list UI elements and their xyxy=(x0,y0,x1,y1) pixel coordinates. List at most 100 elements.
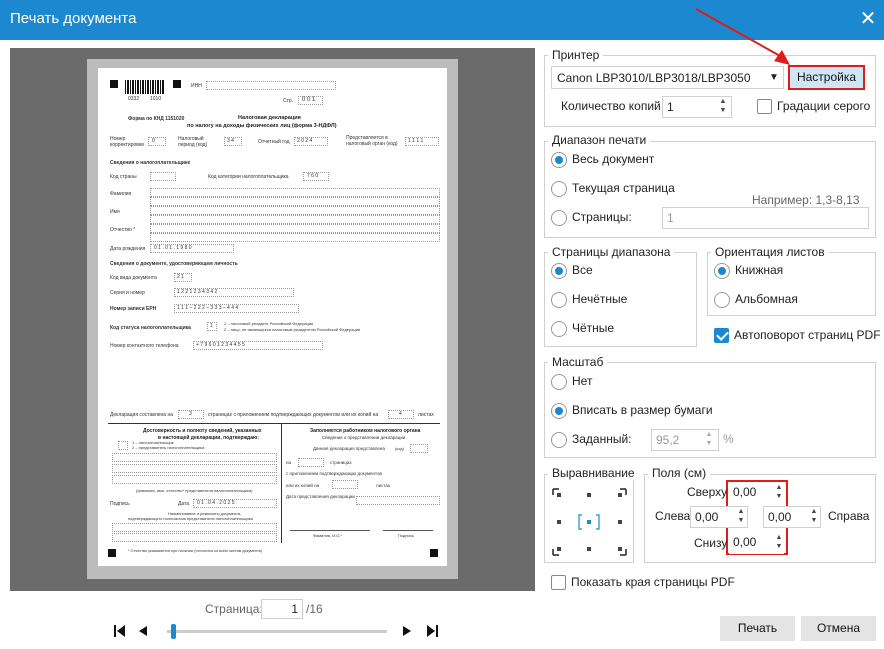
printer-legend: Принтер xyxy=(548,48,604,62)
align-grid-icon xyxy=(552,488,627,556)
bottom-frame xyxy=(108,423,440,424)
section-doc: Сведения о документе, удостоверяющем лич… xyxy=(110,261,238,267)
close-icon[interactable]: ✕ xyxy=(858,8,878,30)
range-current-radio[interactable] xyxy=(551,181,567,197)
footnote: * Отчество указывается при наличии (отно… xyxy=(128,549,263,553)
next-page-button[interactable] xyxy=(401,624,413,638)
slider-thumb[interactable] xyxy=(171,624,177,639)
year-value: 2 0 2 4 xyxy=(294,137,328,146)
scale-stepper[interactable]: ▲ ▼ xyxy=(704,430,714,448)
erm-value: 1 1 1 – 2 2 2 – 3 3 3 – 4 4 4 xyxy=(174,304,299,313)
tax-sheets-cells xyxy=(332,480,358,489)
margin-bottom-stepper[interactable]: ▲ ▼ xyxy=(774,533,784,551)
range-pages-radio[interactable] xyxy=(551,210,567,226)
copies-stepper[interactable]: ▲ ▼ xyxy=(718,97,728,115)
doc-cells xyxy=(112,523,277,532)
subset-even-label: Чётные xyxy=(572,321,615,335)
sign-label: Подпись xyxy=(110,501,130,507)
doc-type-value: 2 1 xyxy=(174,273,192,282)
cancel-button[interactable]: Отмена xyxy=(801,616,876,641)
fio-line xyxy=(290,530,370,531)
range-all-radio[interactable] xyxy=(551,152,567,168)
series-value: 1 2 2 1 2 3 4 3 4 2 xyxy=(174,288,294,297)
scale-fit-label: Вписать в размер бумаги xyxy=(572,403,713,417)
tax-date: Дата представления декларации xyxy=(286,494,355,499)
series-label: Серия и номер xyxy=(110,290,145,296)
doc-type-label: Код вида документа xyxy=(110,275,157,281)
portrait-label: Книжная xyxy=(735,263,784,277)
scale-custom-radio[interactable] xyxy=(551,432,567,448)
subset-odd-radio[interactable] xyxy=(551,292,567,308)
scale-none-radio[interactable] xyxy=(551,374,567,390)
print-button[interactable]: Печать xyxy=(720,616,795,641)
tax-line: Данная декларация представлена xyxy=(313,446,385,451)
category-label: Код категории налогоплательщика xyxy=(208,174,289,180)
scale-none-label: Нет xyxy=(572,374,593,388)
tax-pages: страницах xyxy=(330,460,352,465)
country-label: Код страны xyxy=(110,174,137,180)
corner-mark xyxy=(430,549,438,557)
tax-sign: Подпись xyxy=(398,533,414,538)
subset-legend: Страницы диапазона xyxy=(548,245,675,259)
decl-middle: страницах с приложением подтверждающих д… xyxy=(208,412,379,418)
grayscale-checkbox[interactable] xyxy=(757,99,772,114)
surname-label: Фамилия xyxy=(110,191,132,197)
confirm-cell xyxy=(118,441,128,450)
margin-right-stepper[interactable]: ▲ ▼ xyxy=(809,507,819,525)
prev-page-icon xyxy=(139,626,147,636)
percent-label: % xyxy=(723,432,734,446)
page-input[interactable]: 1 xyxy=(261,599,303,619)
margin-top-label: Сверху xyxy=(687,485,728,499)
margin-top-stepper[interactable]: ▲ ▼ xyxy=(774,483,784,501)
autorotate-checkbox[interactable] xyxy=(714,328,729,343)
organ-value: 1 1 1 1 xyxy=(405,137,439,146)
tax-on: на xyxy=(286,460,291,465)
margin-left-stepper[interactable]: ▲ ▼ xyxy=(736,507,746,525)
scale-legend: Масштаб xyxy=(548,355,608,369)
tax-sub: Сведения о представлении декларации xyxy=(322,435,406,440)
surname-cells xyxy=(150,197,440,206)
fio-note: (фамилия, имя, отчество* представителя н… xyxy=(136,488,253,493)
period-value: 3 4 xyxy=(224,137,242,146)
show-edges-checkbox[interactable] xyxy=(551,575,566,590)
red-arrow-annotation xyxy=(695,8,790,65)
landscape-label: Альбомная xyxy=(735,292,798,306)
tax-date-cells xyxy=(356,496,440,505)
page-total: /16 xyxy=(306,602,323,616)
window-title: Печать документа xyxy=(10,10,137,27)
subset-all-radio[interactable] xyxy=(551,263,567,279)
first-page-button[interactable] xyxy=(113,624,127,638)
portrait-radio[interactable] xyxy=(714,263,730,279)
decl-subheading: по налогу на доходы физических лиц (форм… xyxy=(187,123,337,129)
fio-cells xyxy=(112,464,277,473)
phone-value: + 7 9 6 0 1 2 3 4 4 5 5 xyxy=(193,341,323,350)
birth-label: Дата рождения xyxy=(110,246,146,252)
preview-area: 0332 1010 ИНН Стр. 0 0 1 Форма по КНД 11… xyxy=(10,48,535,591)
range-current-label: Текущая страница xyxy=(572,181,675,195)
landscape-radio[interactable] xyxy=(714,292,730,308)
last-page-button[interactable] xyxy=(425,624,439,638)
status-note: 2 – лицо, не являющееся налоговым резиде… xyxy=(224,327,361,332)
scale-fit-radio[interactable] xyxy=(551,403,567,419)
margin-bottom-label: Снизу xyxy=(694,536,728,550)
range-legend: Диапазон печати xyxy=(548,133,651,147)
tax-fio: Фамилия, И.О.* xyxy=(313,533,342,538)
grayscale-label: Градации серого xyxy=(777,99,871,113)
range-pages-input[interactable]: 1 xyxy=(662,207,869,229)
range-example: Например: 1,3-8,13 xyxy=(752,193,860,207)
subset-odd-label: Нечётные xyxy=(572,292,628,306)
corner-mark xyxy=(108,549,116,557)
corr-value: 0 xyxy=(148,137,166,146)
copies-label: Количество копий xyxy=(561,99,661,113)
patronymic-label: Отчество * xyxy=(110,227,136,233)
prev-page-button[interactable] xyxy=(137,624,149,638)
section-taxpayer: Сведения о налогоплательщике xyxy=(110,160,191,166)
confirm-title: Достоверность и полноту сведений, указан… xyxy=(143,428,262,434)
phone-label: Номер контактного телефона xyxy=(110,343,179,349)
page-slider[interactable] xyxy=(167,624,387,639)
subset-even-radio[interactable] xyxy=(551,321,567,337)
align-grid[interactable] xyxy=(551,487,628,557)
name-cells xyxy=(150,215,440,224)
margin-right-label: Справа xyxy=(828,509,870,523)
surname-cells xyxy=(150,188,440,197)
